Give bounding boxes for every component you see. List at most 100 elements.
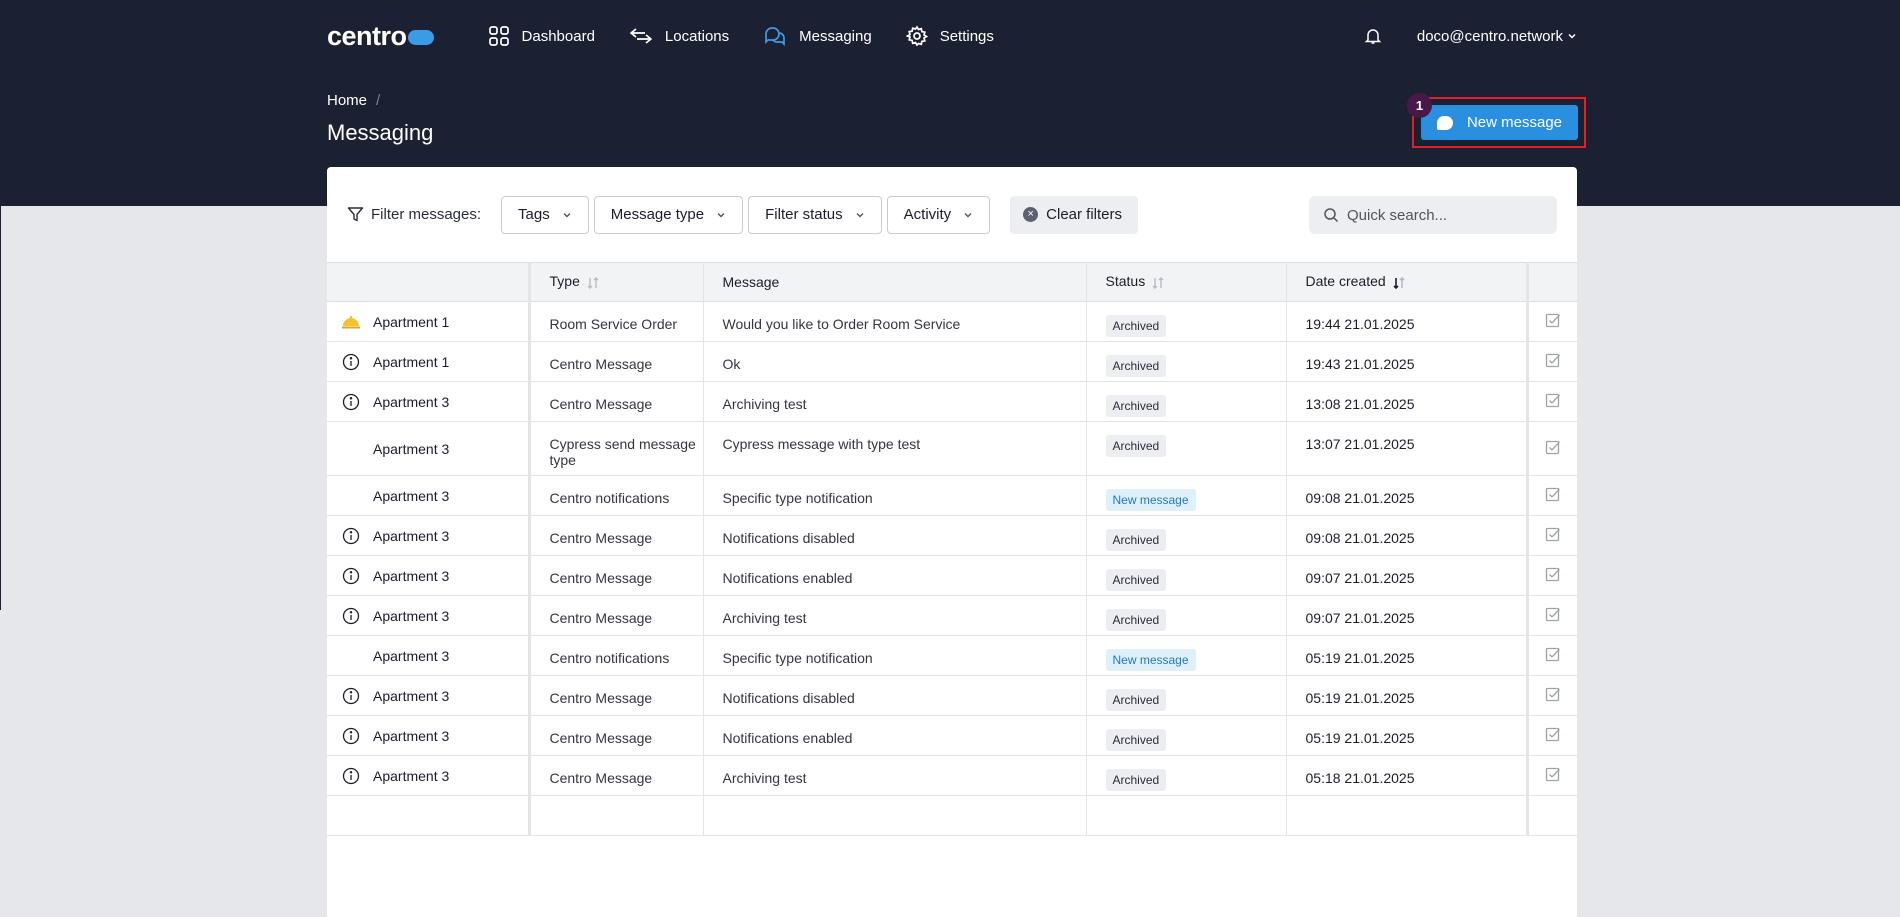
status-badge: Archived bbox=[1105, 769, 1167, 791]
clear-filters-button[interactable]: × Clear filters bbox=[1010, 195, 1139, 234]
location-name: Apartment 3 bbox=[373, 607, 450, 624]
search-input[interactable] bbox=[1347, 206, 1547, 224]
breadcrumb-home[interactable]: Home bbox=[327, 92, 367, 109]
status-cell: Archived bbox=[1086, 301, 1287, 342]
type-header[interactable]: Type bbox=[529, 262, 704, 302]
table-row[interactable]: Apartment 3 Centro notifications Specifi… bbox=[327, 475, 1577, 516]
message-type-dropdown[interactable]: Message type bbox=[593, 195, 744, 234]
row-icon bbox=[341, 806, 361, 826]
message-cell: Specific type notification bbox=[703, 635, 1087, 676]
clear-filters-label: Clear filters bbox=[1046, 206, 1123, 223]
status-cell: Archived bbox=[1086, 341, 1287, 382]
location-name: Apartment 1 bbox=[373, 353, 450, 370]
table-row[interactable] bbox=[327, 795, 1577, 836]
clear-icon: × bbox=[1023, 207, 1039, 222]
top-nav: centro Dashboard Locations Messaging Set… bbox=[327, 0, 1577, 72]
message-cell: Specific type notification bbox=[703, 475, 1087, 516]
sort-desc-icon bbox=[1393, 276, 1405, 289]
status-cell: Archived bbox=[1086, 515, 1287, 556]
message-cell: Ok bbox=[703, 341, 1087, 382]
action-cell bbox=[1527, 475, 1577, 516]
mark-read-icon[interactable] bbox=[1545, 566, 1561, 582]
message-cell: Notifications enabled bbox=[703, 555, 1087, 596]
location-cell: Apartment 3 bbox=[327, 421, 531, 476]
message-cell: Would you like to Order Room Service bbox=[703, 301, 1087, 342]
table-row[interactable]: Apartment 3 Cypress send message type Cy… bbox=[327, 421, 1577, 476]
mark-read-icon[interactable] bbox=[1545, 646, 1561, 662]
logo[interactable]: centro bbox=[327, 21, 434, 52]
date-cell: 09:08 21.01.2025 bbox=[1286, 475, 1529, 516]
row-icon bbox=[341, 486, 361, 506]
nav-messaging[interactable]: Messaging bbox=[763, 25, 872, 47]
mark-read-icon[interactable] bbox=[1545, 392, 1561, 408]
table-row[interactable]: Apartment 1 Room Service Order Would you… bbox=[327, 301, 1577, 342]
mark-read-icon[interactable] bbox=[1545, 766, 1561, 782]
date-cell bbox=[1286, 795, 1529, 836]
table-row[interactable]: Apartment 1 Centro Message Ok Archived 1… bbox=[327, 341, 1577, 382]
status-badge: New message bbox=[1105, 489, 1196, 511]
location-cell: Apartment 3 bbox=[327, 635, 531, 676]
table-row[interactable]: Apartment 3 Centro Message Notifications… bbox=[327, 675, 1577, 716]
date-cell: 13:08 21.01.2025 bbox=[1286, 381, 1529, 422]
type-header-label: Type bbox=[549, 273, 580, 290]
date-cell: 09:08 21.01.2025 bbox=[1286, 515, 1529, 556]
action-cell bbox=[1527, 421, 1577, 476]
nav-settings[interactable]: Settings bbox=[905, 25, 994, 47]
location-name: Apartment 1 bbox=[373, 313, 450, 330]
date-header[interactable]: Date created bbox=[1286, 262, 1529, 302]
status-header[interactable]: Status bbox=[1086, 262, 1287, 302]
table-row[interactable]: Apartment 3 Centro Message Notifications… bbox=[327, 555, 1577, 596]
nav-messaging-label: Messaging bbox=[799, 27, 872, 45]
activity-dropdown-label: Activity bbox=[903, 206, 952, 223]
row-icon bbox=[341, 439, 361, 459]
new-message-label: New message bbox=[1466, 114, 1563, 131]
status-badge: Archived bbox=[1105, 569, 1167, 591]
status-badge: Archived bbox=[1105, 729, 1167, 751]
location-cell: Apartment 3 bbox=[327, 475, 531, 516]
table-row[interactable]: Apartment 3 Centro Message Archiving tes… bbox=[327, 595, 1577, 636]
mark-read-icon[interactable] bbox=[1545, 439, 1561, 455]
date-cell: 19:43 21.01.2025 bbox=[1286, 341, 1529, 382]
table-row[interactable]: Apartment 3 Centro Message Notifications… bbox=[327, 715, 1577, 756]
table-row[interactable]: Apartment 3 Centro Message Notifications… bbox=[327, 515, 1577, 556]
nav-locations[interactable]: Locations bbox=[629, 25, 729, 47]
table-row[interactable]: Apartment 3 Centro notifications Specifi… bbox=[327, 635, 1577, 676]
page-edge bbox=[0, 206, 1, 610]
mark-read-icon[interactable] bbox=[1545, 726, 1561, 742]
status-badge: Archived bbox=[1105, 435, 1167, 457]
table-row[interactable]: Apartment 3 Centro Message Archiving tes… bbox=[327, 755, 1577, 796]
breadcrumb: Home / bbox=[327, 92, 380, 109]
mark-read-icon[interactable] bbox=[1545, 312, 1561, 328]
status-cell: Archived bbox=[1086, 715, 1287, 756]
chat-icon bbox=[765, 27, 785, 47]
mark-read-icon[interactable] bbox=[1545, 686, 1561, 702]
user-menu[interactable]: doco@centro.network bbox=[1417, 28, 1577, 45]
status-header-label: Status bbox=[1105, 273, 1146, 290]
new-message-button[interactable]: New message bbox=[1421, 105, 1578, 140]
message-cell: Notifications disabled bbox=[703, 515, 1087, 556]
status-cell bbox=[1086, 795, 1287, 836]
mark-read-icon[interactable] bbox=[1545, 486, 1561, 502]
location-name: Apartment 3 bbox=[373, 647, 450, 664]
type-cell: Centro Message bbox=[529, 555, 704, 596]
location-cell: Apartment 3 bbox=[327, 515, 531, 556]
type-cell bbox=[529, 795, 704, 836]
action-cell bbox=[1527, 301, 1577, 342]
info-icon bbox=[341, 352, 361, 372]
status-badge: Archived bbox=[1105, 689, 1167, 711]
status-cell: New message bbox=[1086, 635, 1287, 676]
type-cell: Cypress send message type bbox=[529, 421, 704, 476]
table-row[interactable]: Apartment 3 Centro Message Archiving tes… bbox=[327, 381, 1577, 422]
activity-dropdown[interactable]: Activity bbox=[886, 195, 991, 234]
actions-header bbox=[1527, 262, 1577, 302]
bell-icon[interactable] bbox=[1364, 27, 1382, 45]
mark-read-icon[interactable] bbox=[1545, 526, 1561, 542]
message-cell bbox=[703, 795, 1087, 836]
mark-read-icon[interactable] bbox=[1545, 606, 1561, 622]
mark-read-icon[interactable] bbox=[1545, 352, 1561, 368]
status-cell: Archived bbox=[1086, 555, 1287, 596]
filter-status-dropdown[interactable]: Filter status bbox=[748, 195, 882, 234]
action-cell bbox=[1527, 555, 1577, 596]
tags-dropdown[interactable]: Tags bbox=[501, 195, 589, 234]
nav-dashboard[interactable]: Dashboard bbox=[488, 25, 595, 47]
